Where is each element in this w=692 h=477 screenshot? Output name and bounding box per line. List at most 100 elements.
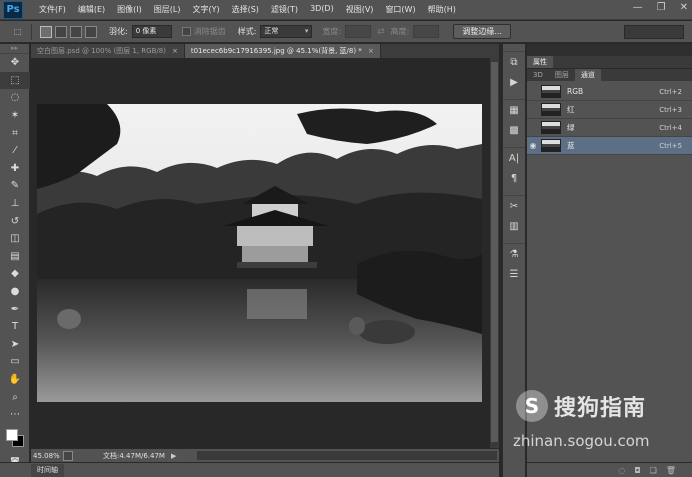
rectangle-tool-icon[interactable]: ▭ — [0, 353, 30, 371]
antialias-label: 消除锯齿 — [193, 27, 226, 36]
width-input — [345, 25, 372, 38]
watermark-url: zhinan.sogou.com — [513, 432, 650, 450]
tab-blank-layer-psd[interactable]: 空白图层.psd @ 100% (图层 1, RGB/8) × — [31, 44, 185, 58]
magic-wand-tool-icon[interactable]: ✶ — [0, 107, 30, 125]
horizontal-scrollbar[interactable] — [197, 451, 497, 460]
history-brush-tool-icon[interactable]: ↺ — [0, 212, 30, 230]
tab-timeline[interactable]: 时间轴 — [31, 464, 64, 477]
tab-close-icon[interactable]: × — [172, 47, 178, 55]
path-selection-tool-icon[interactable]: ➤ — [0, 336, 30, 354]
menu-view[interactable]: 视图(V) — [340, 4, 380, 15]
panel-tabs: 3D 图层 通道 — [527, 68, 692, 81]
brush-presets-icon[interactable]: ▥ — [503, 216, 525, 236]
swatches-panel-icon[interactable]: ▩ — [503, 120, 525, 140]
paragraph-panel-icon[interactable]: ¶ — [503, 168, 525, 188]
channel-shortcut: Ctrl+2 — [659, 87, 682, 96]
panel-grip-icon[interactable]: ▸▸ — [0, 44, 29, 54]
menu-3d[interactable]: 3D(D) — [304, 4, 340, 15]
sogou-logo: S — [516, 390, 548, 422]
channel-name: 绿 — [567, 123, 575, 132]
hand-tool-icon[interactable]: ✋ — [0, 371, 30, 389]
actions-panel-icon[interactable]: ▶ — [503, 72, 525, 92]
menu-layer[interactable]: 图层(L) — [148, 4, 187, 15]
timeline-bar: 时间轴 — [0, 462, 499, 477]
tab-layers[interactable]: 图层 — [549, 69, 575, 81]
more-tools-icon[interactable]: ⋯ — [0, 406, 30, 424]
adjustments-panel-icon[interactable]: ☰ — [503, 264, 525, 284]
selection-modes — [40, 25, 97, 38]
channel-row-green[interactable]: 绿 Ctrl+4 — [527, 119, 692, 137]
new-channel-icon[interactable]: ❏ — [650, 466, 657, 475]
close-icon[interactable]: ✕ — [680, 2, 688, 13]
menu-file[interactable]: 文件(F) — [33, 4, 72, 15]
load-selection-icon[interactable]: ◌ — [618, 466, 625, 475]
strip-divider — [503, 188, 525, 196]
blur-tool-icon[interactable]: ◆ — [0, 265, 30, 283]
zoom-level[interactable]: 45.08% — [31, 452, 61, 460]
menu-window[interactable]: 窗口(W) — [379, 4, 421, 15]
channel-thumbnail — [541, 139, 561, 152]
dodge-tool-icon[interactable]: ● — [0, 283, 30, 301]
menu-filter[interactable]: 滤镜(T) — [265, 4, 304, 15]
healing-brush-tool-icon[interactable]: ✚ — [0, 160, 30, 178]
refine-edge-button[interactable]: 调整边缘... — [453, 24, 511, 39]
channel-row-blue[interactable]: ◉ 蓝 Ctrl+5 — [527, 137, 692, 155]
menu-edit[interactable]: 编辑(E) — [72, 4, 111, 15]
strip-grip[interactable] — [503, 44, 525, 52]
foreground-color-swatch[interactable] — [6, 429, 18, 442]
menu-help[interactable]: 帮助(H) — [422, 4, 462, 15]
channel-name: 蓝 — [567, 141, 575, 150]
minimize-icon[interactable]: — — [633, 2, 643, 13]
menu-image[interactable]: 图像(I) — [111, 4, 148, 15]
eye-icon[interactable]: ◉ — [527, 141, 539, 150]
menu-select[interactable]: 选择(S) — [226, 4, 265, 15]
history-panel-icon[interactable]: ⧉ — [503, 52, 525, 72]
style-select[interactable]: 正常 — [260, 25, 313, 38]
feather-input[interactable]: 0 像素 — [131, 25, 172, 38]
channel-row-rgb[interactable]: RGB Ctrl+2 — [527, 83, 692, 101]
rect-marquee-tool-icon[interactable]: ⬚ — [0, 71, 30, 90]
gradient-tool-icon[interactable]: ▤ — [0, 248, 30, 266]
feather-label: 羽化: — [109, 27, 128, 36]
channel-row-red[interactable]: 红 Ctrl+3 — [527, 101, 692, 119]
status-bar: 45.08% 文档:4.47M/6.47M ▶ — [31, 448, 499, 462]
tab-channels[interactable]: 通道 — [574, 69, 601, 81]
canvas-area[interactable] — [31, 58, 499, 448]
brush-tool-icon[interactable]: ✎ — [0, 177, 30, 195]
eyedropper-tool-icon[interactable]: ⁄ — [0, 142, 30, 160]
pen-tool-icon[interactable]: ✒ — [0, 300, 30, 318]
antialias-checkbox[interactable] — [181, 27, 191, 36]
tool-preset-picker[interactable]: ⬚ — [4, 23, 32, 40]
menu-type[interactable]: 文字(Y) — [186, 4, 225, 15]
color-panel-icon[interactable]: ▦ — [503, 100, 525, 120]
intersect-selection-icon[interactable] — [85, 25, 97, 38]
vertical-scrollbar[interactable] — [490, 58, 499, 448]
move-tool-icon[interactable]: ✥ — [0, 54, 30, 72]
eraser-tool-icon[interactable]: ◫ — [0, 230, 30, 248]
new-selection-icon[interactable] — [40, 25, 52, 38]
delete-channel-icon[interactable]: 🗑 — [666, 466, 676, 475]
workspace-select[interactable] — [624, 25, 684, 39]
clone-stamp-tool-icon[interactable]: ⊥ — [0, 195, 30, 213]
zoom-tool-icon[interactable]: ⌕ — [0, 388, 30, 406]
document-canvas[interactable] — [37, 104, 482, 402]
tab-properties[interactable]: 属性 — [527, 56, 553, 68]
tab-3d[interactable]: 3D — [527, 69, 549, 81]
add-selection-icon[interactable] — [55, 25, 67, 38]
restore-icon[interactable]: ❐ — [657, 2, 666, 13]
type-tool-icon[interactable]: T — [0, 318, 30, 336]
crop-tool-icon[interactable]: ⌗ — [0, 124, 30, 142]
character-panel-icon[interactable]: A| — [503, 148, 525, 168]
tab-active-jpg[interactable]: t01ecec6b9c17916395.jpg @ 45.1%(背景, 蓝/8)… — [184, 44, 381, 58]
lasso-tool-icon[interactable]: ◌ — [0, 89, 30, 107]
tab-close-icon[interactable]: × — [368, 47, 374, 55]
subtract-selection-icon[interactable] — [70, 25, 82, 38]
status-share-icon[interactable] — [63, 450, 73, 461]
tool-presets-icon[interactable]: ✂ — [503, 196, 525, 216]
status-menu-arrow-icon[interactable]: ▶ — [171, 452, 176, 460]
height-label: 高度: — [390, 27, 410, 36]
clone-source-icon[interactable]: ⚗ — [503, 244, 525, 264]
vertical-scrollbar-thumb[interactable] — [491, 62, 498, 442]
channel-shortcut: Ctrl+5 — [659, 141, 682, 150]
save-selection-icon[interactable]: ◘ — [634, 466, 640, 475]
